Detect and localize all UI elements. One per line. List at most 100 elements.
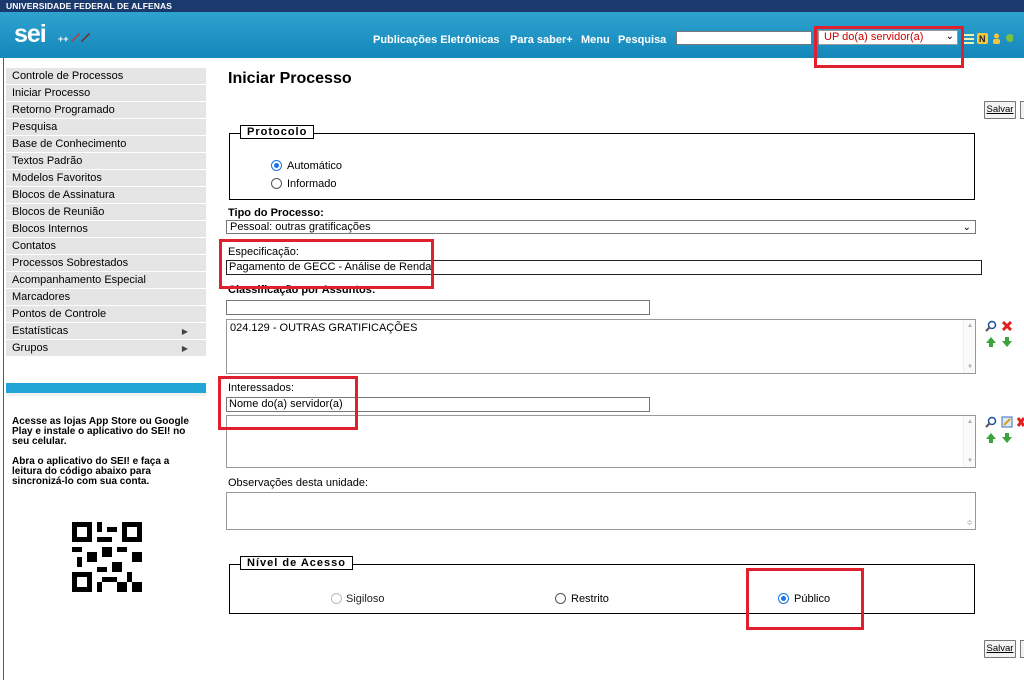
menu-label: Marcadores [12,291,71,303]
org-bar: UNIVERSIDADE FEDERAL DE ALFENAS [0,0,1024,12]
menu-label: Estatísticas [12,325,69,337]
classificacao-list[interactable]: 024.129 - OUTRAS GRATIFICAÇÕES ▲ ▼ [226,319,976,374]
app-promo: Acesse as lojas App Store ou Google Play… [12,417,202,497]
save-label: Salvar [986,643,1014,654]
menu-modelos-favoritos[interactable]: Modelos Favoritos [6,170,206,187]
menu-retorno-programado[interactable]: Retorno Programado [6,102,206,119]
menu-pesquisa[interactable]: Pesquisa [6,119,206,136]
menu-marcadores[interactable]: Marcadores [6,289,206,306]
logo-plus: ++ [58,34,69,44]
menu-label: Grupos [12,342,49,354]
menu-grupos[interactable]: Grupos ▶ [6,340,206,357]
exit-icon[interactable] [1005,33,1013,44]
menu-label: Processos Sobrestados [12,257,129,269]
button-edge[interactable] [1020,101,1024,119]
sei-logo[interactable]: sei [14,20,47,49]
unit-select[interactable]: UP do(a) servidor(a) ⌄ [818,30,958,45]
tipo-processo-label: Tipo do Processo: [228,207,324,219]
search-icon[interactable] [985,320,997,332]
menu-label: Iniciar Processo [12,87,91,99]
menu-label: Retorno Programado [12,104,115,116]
menu-textos-padrao[interactable]: Textos Padrão [6,153,206,170]
especificacao-input[interactable]: Pagamento de GECC - Análise de Renda [226,260,982,275]
menu-footer-bar [6,383,206,393]
qr-code-icon [72,522,142,592]
notes-icon[interactable]: N [977,33,988,44]
sidebar-menu: Controle de Processos Iniciar Processo R… [6,68,206,357]
chevron-right-icon: ▶ [181,344,188,353]
observacoes-textarea[interactable]: ≑ [226,492,976,530]
menu-footer-bar-light [6,393,206,396]
move-up-icon[interactable] [985,336,997,348]
menu-pontos-controle[interactable]: Pontos de Controle [6,306,206,323]
link-publicacoes[interactable]: Publicações Eletrônicas [373,34,500,46]
classificacao-input[interactable] [226,300,650,315]
svg-text:N: N [979,34,986,44]
menu-blocos-assinatura[interactable]: Blocos de Assinatura [6,187,206,204]
menu-label: Contatos [12,240,57,252]
menu-blocos-internos[interactable]: Blocos Internos [6,221,206,238]
menu-label: Blocos de Assinatura [12,189,115,201]
menu-blocos-reuniao[interactable]: Blocos de Reunião [6,204,206,221]
chevron-down-icon: ⌄ [945,31,954,42]
list-icon[interactable] [963,33,974,44]
radio-restrito[interactable] [555,593,566,604]
search-icon[interactable] [985,416,997,428]
menu-label: Controle de Processos [12,70,124,82]
protocolo-legend: Protocolo [240,125,315,139]
menu-iniciar-processo[interactable]: Iniciar Processo [6,85,206,102]
interessados-list[interactable]: ▲ ▼ [226,415,976,468]
promo-text-1: Acesse as lojas App Store ou Google Play… [12,416,189,447]
chevron-right-icon: ▶ [181,327,188,336]
save-button-bottom[interactable]: Salvar [984,640,1016,658]
scrollbar[interactable]: ▲ ▼ [963,320,975,373]
remove-icon[interactable] [1001,320,1013,332]
observacoes-label: Observações desta unidade: [228,477,369,489]
move-down-icon[interactable] [1001,432,1013,444]
radio-automatico[interactable] [271,160,282,171]
move-down-icon[interactable] [1001,336,1013,348]
menu-processos-sobrestados[interactable]: Processos Sobrestados [6,255,206,272]
link-para-saber[interactable]: Para saber+ [510,34,573,46]
save-button-top[interactable]: Salvar [984,101,1016,119]
link-pesquisa[interactable]: Pesquisa [618,34,666,46]
menu-base-conhecimento[interactable]: Base de Conhecimento [6,136,206,153]
save-label: Salvar [986,104,1014,115]
pens-icon [71,33,90,42]
nivel-acesso-fieldset [229,564,975,614]
link-menu[interactable]: Menu [581,34,610,46]
scrollbar[interactable]: ▲ ▼ [963,416,975,467]
button-edge[interactable] [1020,640,1024,658]
page-title: Iniciar Processo [228,70,352,87]
tipo-processo-value: Pessoal: outras gratificações [230,221,371,233]
tipo-processo-select[interactable]: Pessoal: outras gratificações ⌄ [226,220,976,234]
radio-publico[interactable] [778,593,789,604]
interessados-input[interactable]: Nome do(a) servidor(a) [226,397,650,412]
search-input[interactable] [676,31,812,45]
user-icon[interactable] [991,33,1002,44]
menu-label: Base de Conhecimento [12,138,127,150]
menu-contatos[interactable]: Contatos [6,238,206,255]
remove-icon[interactable] [1016,416,1024,428]
classificacao-item[interactable]: 024.129 - OUTRAS GRATIFICAÇÕES [230,322,972,334]
sidebar-divider [3,58,4,680]
radio-restrito-label[interactable]: Restrito [571,593,609,605]
radio-informado[interactable] [271,178,282,189]
promo-text-2: Abra o aplicativo do SEI! e faça a leitu… [12,456,170,487]
nivel-acesso-legend: Nível de Acesso [240,556,353,570]
menu-estatisticas[interactable]: Estatísticas ▶ [6,323,206,340]
interessados-label: Interessados: [228,382,295,394]
resize-grip-icon[interactable]: ≑ [966,519,973,527]
radio-publico-label[interactable]: Público [794,593,830,605]
menu-label: Textos Padrão [12,155,83,167]
unit-select-value: UP do(a) servidor(a) [824,31,924,43]
especificacao-label: Especificação: [228,246,299,258]
menu-label: Pontos de Controle [12,308,107,320]
app-header: sei ++ Publicações Eletrônicas Para sabe… [0,12,1024,58]
menu-acompanhamento-especial[interactable]: Acompanhamento Especial [6,272,206,289]
move-up-icon[interactable] [985,432,997,444]
menu-controle-processos[interactable]: Controle de Processos [6,68,206,85]
edit-icon[interactable] [1001,416,1013,428]
radio-automatico-label[interactable]: Automático [287,160,342,172]
radio-informado-label[interactable]: Informado [287,178,337,190]
